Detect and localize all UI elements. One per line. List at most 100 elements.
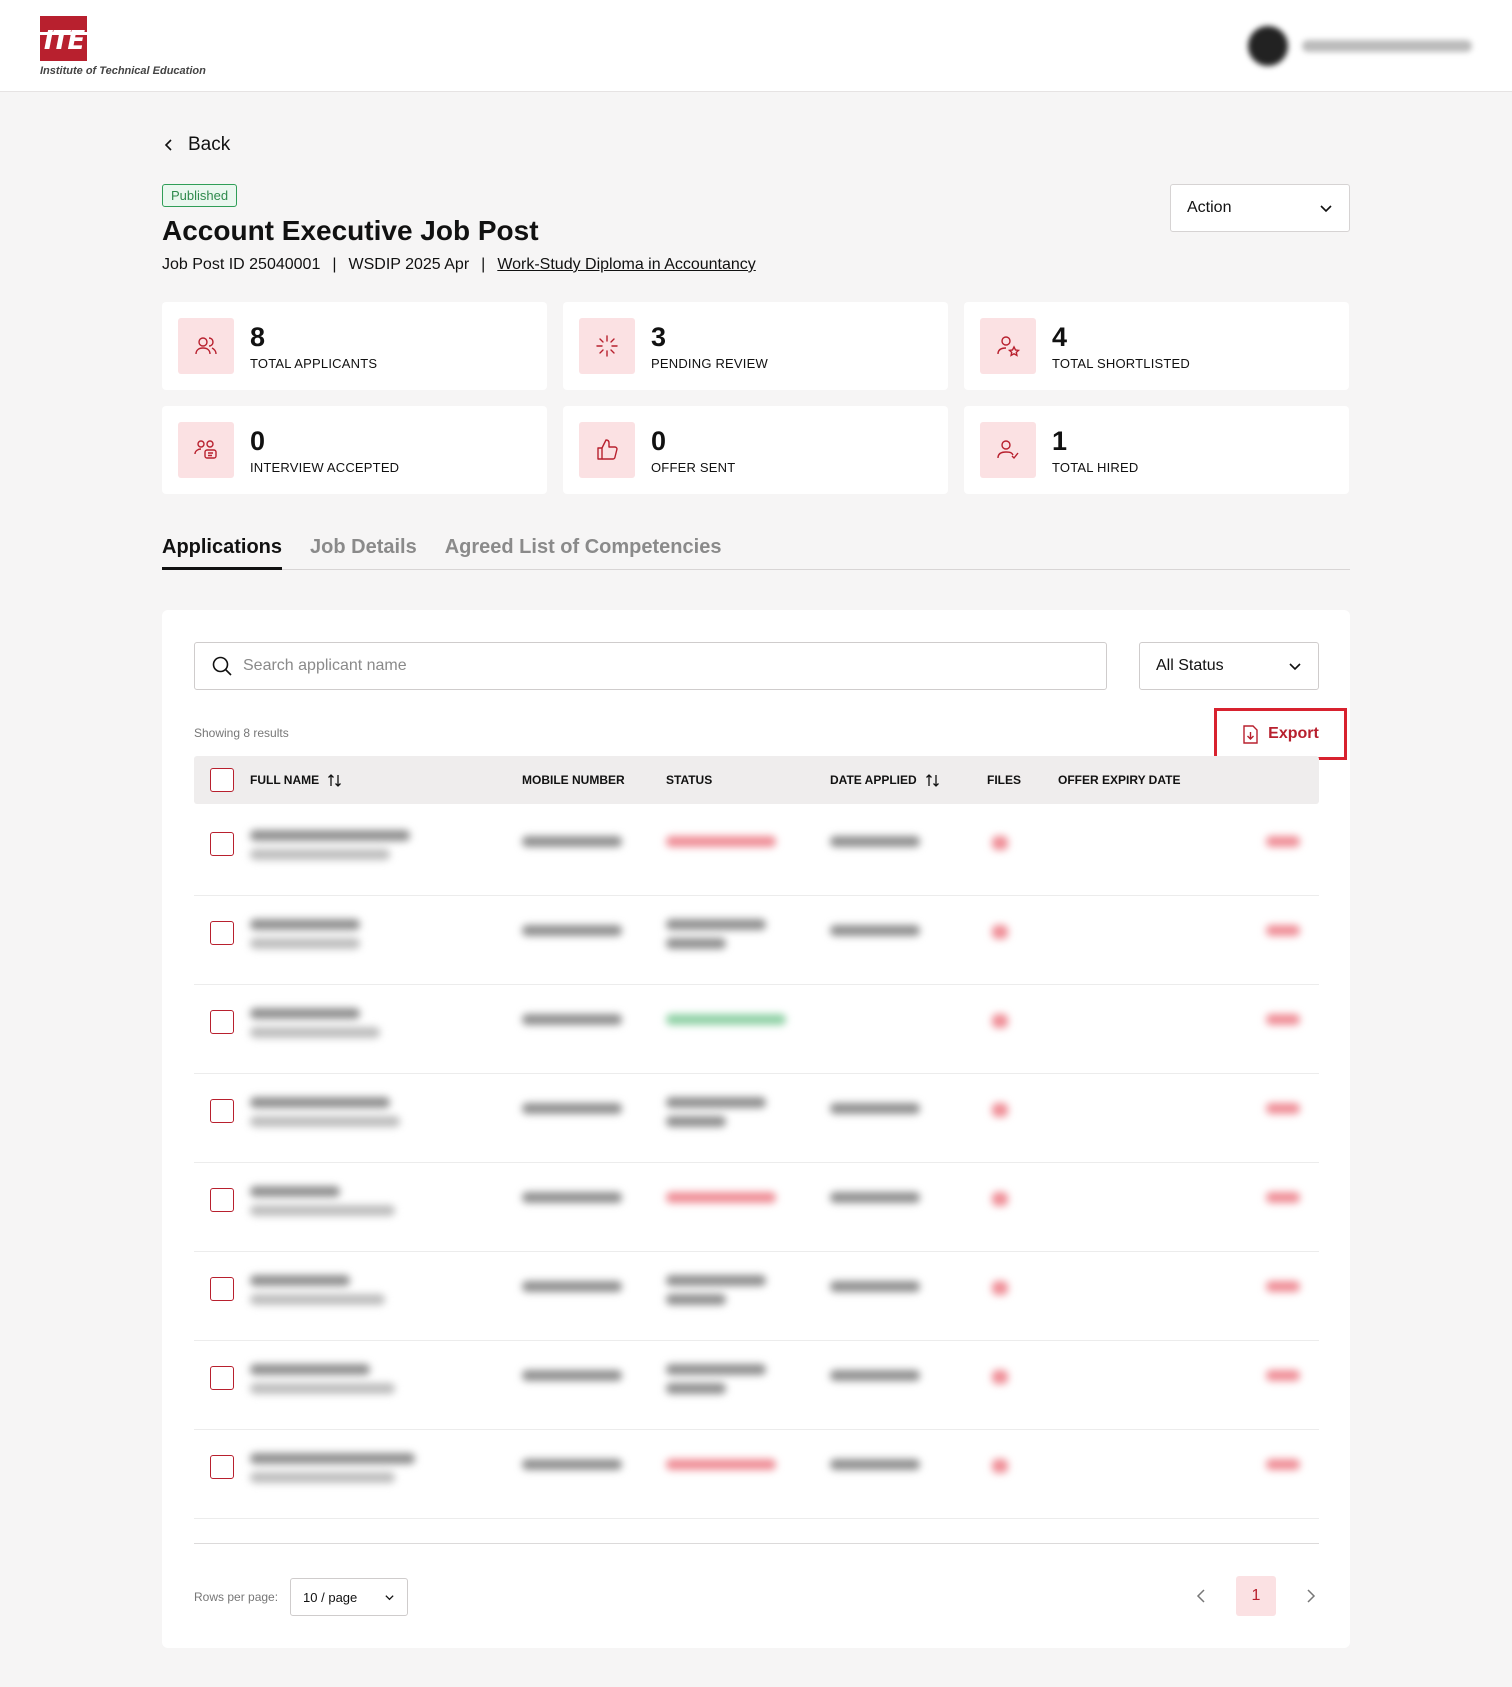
status-badge: Published: [162, 184, 238, 207]
col-offer-expiry: OFFER EXPIRY DATE: [1058, 773, 1181, 787]
file-icon[interactable]: [992, 836, 1008, 850]
file-icon[interactable]: [992, 1281, 1008, 1295]
pagination: 1: [1194, 1576, 1318, 1616]
stat-label: TOTAL APPLICANTS: [250, 355, 378, 371]
job-post-id: Job Post ID 25040001: [162, 256, 321, 273]
date-redacted: [830, 1192, 920, 1203]
view-link[interactable]: [1266, 1281, 1300, 1292]
table-row[interactable]: [194, 986, 1319, 1074]
col-status: STATUS: [666, 773, 713, 787]
export-button[interactable]: Export: [1214, 708, 1347, 760]
row-checkbox[interactable]: [210, 1455, 234, 1479]
file-icon[interactable]: [992, 925, 1008, 939]
user-check-icon: [980, 422, 1036, 478]
status-filter[interactable]: All Status: [1139, 642, 1319, 690]
page-button-current[interactable]: 1: [1236, 1576, 1276, 1616]
action-dropdown[interactable]: Action: [1170, 184, 1350, 232]
stat-value: 4: [1052, 321, 1068, 352]
mobile-redacted: [522, 836, 622, 847]
file-icon[interactable]: [992, 1014, 1008, 1028]
table-row[interactable]: [194, 1431, 1319, 1519]
status-redacted: [666, 919, 766, 949]
table-row[interactable]: [194, 808, 1319, 896]
prev-page-icon[interactable]: [1194, 1588, 1210, 1604]
tab-competencies[interactable]: Agreed List of Competencies: [445, 536, 722, 570]
ite-logo[interactable]: ITE Institute of Technical Education: [40, 16, 206, 77]
table-row[interactable]: [194, 1075, 1319, 1163]
sort-icon[interactable]: [925, 773, 940, 788]
course-link[interactable]: Work-Study Diploma in Accountancy: [497, 256, 755, 274]
row-checkbox[interactable]: [210, 1099, 234, 1123]
date-redacted: [830, 1459, 920, 1470]
search-icon: [212, 656, 232, 676]
row-checkbox[interactable]: [210, 1277, 234, 1301]
view-link[interactable]: [1266, 1192, 1300, 1203]
next-page-icon[interactable]: [1302, 1588, 1318, 1604]
loader-icon: [579, 318, 635, 374]
stat-total-applicants: 8 TOTAL APPLICANTS: [162, 302, 547, 390]
stat-interview-accepted: 0 INTERVIEW ACCEPTED: [162, 406, 547, 494]
rows-per-page: Rows per page: 10 / page: [194, 1578, 409, 1616]
mobile-redacted: [522, 1370, 622, 1381]
applicant-name-redacted: [250, 1008, 380, 1038]
thumbs-up-icon: [579, 422, 635, 478]
applicant-name-redacted: [250, 1097, 400, 1127]
table-row[interactable]: [194, 1253, 1319, 1341]
meta-separator: |: [332, 256, 337, 273]
stat-value: 0: [651, 425, 667, 456]
col-mobile: MOBILE NUMBER: [522, 773, 625, 787]
search-input[interactable]: [243, 657, 1103, 675]
stats-grid: 8 TOTAL APPLICANTS 3 PENDING REVIEW 4 TOTAL…: [162, 302, 1350, 494]
user-name-redacted: [1302, 40, 1472, 52]
table-row[interactable]: [194, 1164, 1319, 1252]
sort-icon[interactable]: [327, 773, 342, 788]
status-redacted: [666, 1364, 766, 1394]
select-all-checkbox[interactable]: [210, 768, 234, 792]
job-meta: Job Post ID 25040001 | WSDIP 2025 Apr | …: [162, 256, 756, 274]
stat-total-shortlisted: 4 TOTAL SHORTLISTED: [964, 302, 1349, 390]
file-icon[interactable]: [992, 1370, 1008, 1384]
row-checkbox[interactable]: [210, 1010, 234, 1034]
stat-value: 3: [651, 321, 667, 352]
avatar: [1248, 26, 1288, 66]
mobile-redacted: [522, 1103, 622, 1114]
user-star-icon: [980, 318, 1036, 374]
file-icon[interactable]: [992, 1103, 1008, 1117]
logo-text: Institute of Technical Education: [40, 65, 206, 77]
tab-job-details[interactable]: Job Details: [310, 536, 417, 570]
row-checkbox[interactable]: [210, 921, 234, 945]
row-checkbox[interactable]: [210, 1188, 234, 1212]
tab-applications[interactable]: Applications: [162, 536, 283, 570]
status-redacted: [666, 836, 776, 847]
select-all-cell: [210, 756, 234, 804]
rows-per-page-label: Rows per page:: [194, 1590, 279, 1604]
stat-value: 0: [250, 425, 266, 456]
mobile-redacted: [522, 1192, 622, 1203]
view-link[interactable]: [1266, 1459, 1300, 1470]
table-row[interactable]: [194, 1342, 1319, 1430]
stat-label: PENDING REVIEW: [651, 355, 768, 371]
status-redacted: [666, 1097, 766, 1127]
rows-per-page-select[interactable]: 10 / page: [290, 1578, 409, 1616]
status-filter-label: All Status: [1156, 657, 1224, 674]
view-link[interactable]: [1266, 925, 1300, 936]
view-link[interactable]: [1266, 836, 1300, 847]
col-date-applied[interactable]: DATE APPLIED: [830, 756, 940, 804]
row-checkbox[interactable]: [210, 832, 234, 856]
user-menu[interactable]: [1248, 26, 1472, 66]
mobile-redacted: [522, 1281, 622, 1292]
view-link[interactable]: [1266, 1370, 1300, 1381]
file-icon[interactable]: [992, 1459, 1008, 1473]
date-redacted: [830, 1370, 920, 1381]
date-redacted: [830, 1281, 920, 1292]
view-link[interactable]: [1266, 1014, 1300, 1025]
applicant-name-redacted: [250, 1364, 395, 1394]
view-link[interactable]: [1266, 1103, 1300, 1114]
back-button[interactable]: Back: [162, 134, 230, 156]
users-icon: [178, 318, 234, 374]
mobile-redacted: [522, 925, 622, 936]
col-full-name[interactable]: FULL NAME: [250, 756, 342, 804]
file-icon[interactable]: [992, 1192, 1008, 1206]
row-checkbox[interactable]: [210, 1366, 234, 1390]
table-row[interactable]: [194, 897, 1319, 985]
